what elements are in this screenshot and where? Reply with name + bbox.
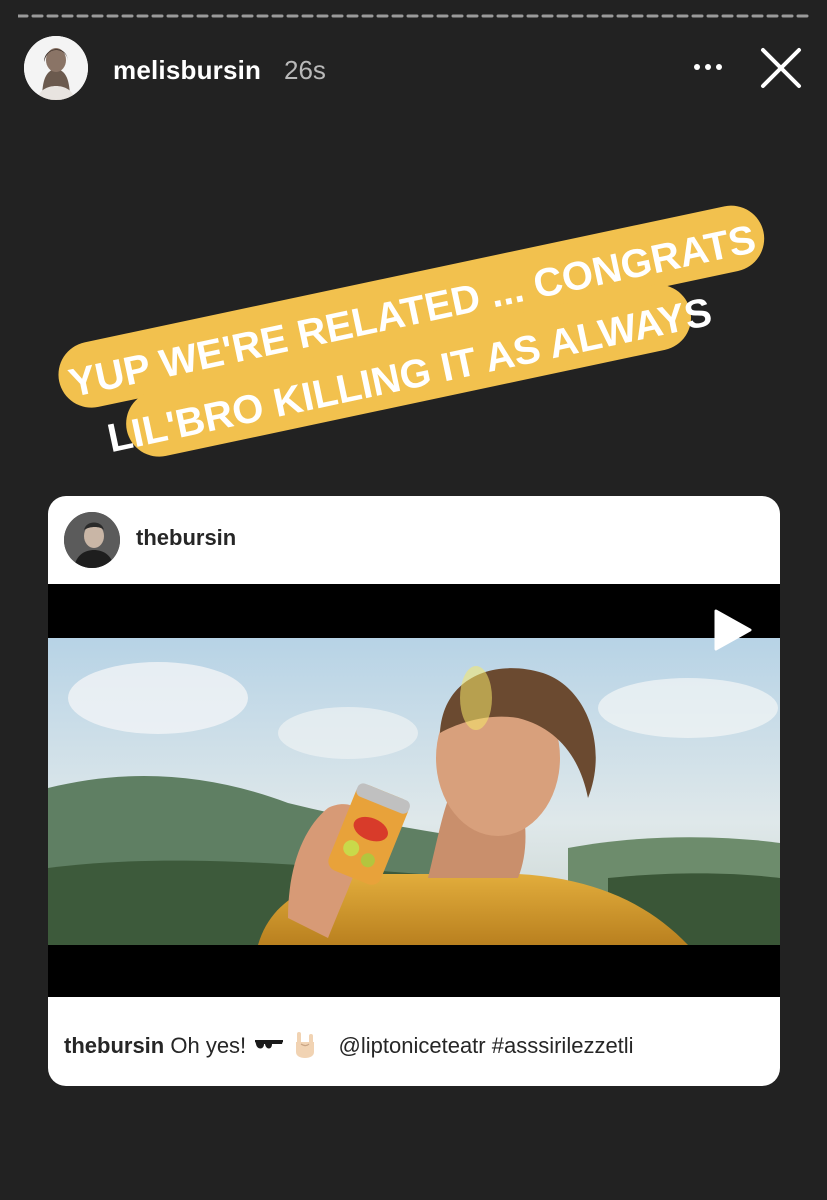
shared-post-avatar[interactable] bbox=[64, 512, 120, 568]
avatar[interactable] bbox=[24, 36, 88, 100]
sunglasses-emoji-icon bbox=[254, 1034, 284, 1060]
caption-text: Oh yes! bbox=[170, 1032, 247, 1058]
rock-on-hand-emoji-icon bbox=[294, 1030, 316, 1064]
post-caption: thebursin Oh yes! @liptoniceteatr #asssi… bbox=[64, 1030, 634, 1064]
more-horizontal-icon[interactable] bbox=[691, 56, 725, 78]
story-header: melisbursin 26s bbox=[24, 36, 803, 100]
story-username[interactable]: melisbursin bbox=[113, 55, 261, 86]
shared-post-username[interactable]: thebursin bbox=[136, 525, 236, 551]
video-thumbnail bbox=[48, 638, 780, 945]
caption-mention[interactable]: @liptoniceteatr bbox=[339, 1033, 486, 1058]
text-sticker: YUP WE'RE RELATED ... CONGRATS LIL'BRO K… bbox=[30, 160, 790, 461]
play-icon[interactable] bbox=[710, 608, 754, 652]
story-timestamp: 26s bbox=[284, 55, 326, 85]
close-icon[interactable] bbox=[759, 46, 803, 90]
shared-post-card[interactable]: thebursin thebursin Oh yes! @liptonicete… bbox=[48, 496, 780, 1086]
video-player[interactable] bbox=[48, 584, 780, 997]
caption-hashtag[interactable]: #asssirilezzetli bbox=[492, 1033, 634, 1058]
caption-username[interactable]: thebursin bbox=[64, 1033, 164, 1058]
story-progress-bar bbox=[18, 12, 810, 20]
